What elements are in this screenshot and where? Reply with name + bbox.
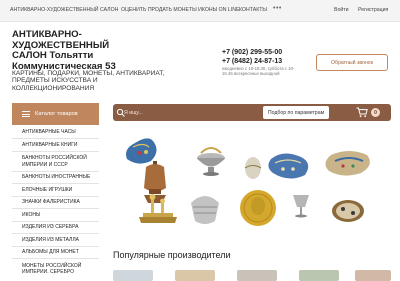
brand-thumbnail[interactable]: [237, 270, 277, 281]
catalog-item[interactable]: ЕЛОЧНЫЕ ИГРУШКИ: [12, 184, 99, 197]
brand-thumbnails: [113, 270, 391, 281]
search-input[interactable]: [124, 105, 254, 120]
site-tagline: КАРТИНЫ, ПОДАРКИ, МОНЕТЫ, АНТИКВАРИАТ, П…: [12, 70, 165, 92]
silver-basket-image: [191, 196, 219, 224]
catalog-item[interactable]: ЗНАЧКИ ФАЛЕРИСТИКА: [12, 197, 99, 209]
catalog-toggle[interactable]: Каталог товаров: [12, 103, 99, 125]
catalog-item[interactable]: МОНЕТЫ РОССИЙСКОЙ ИМПЕРИИ. СЕРЕБРО: [12, 259, 99, 279]
working-hours: ежедневно с 10-18.30, суббота с 10-16.45…: [222, 66, 295, 76]
topnav-link-salon[interactable]: АНТИКВАРНО-ХУДОЖЕСТВЕННЫЙ САЛОН: [10, 7, 118, 13]
more-menu-icon[interactable]: •••: [273, 5, 282, 12]
catalog-item[interactable]: ИЗДЕЛИЯ ИЗ СЕРЕБРА: [12, 222, 99, 234]
register-link[interactable]: Регистрация: [358, 7, 388, 13]
top-bar: АНТИКВАРНО-ХУДОЖЕСТВЕННЫЙ САЛОН ОЦЕНИТЬ …: [0, 0, 400, 22]
topnav-link-contacts[interactable]: КОНТАКТЫ: [239, 7, 267, 13]
catalog-item[interactable]: АЛЬБОМЫ ДЛЯ МОНЕТ: [12, 247, 99, 259]
brand-thumbnail[interactable]: [299, 270, 339, 281]
phone-block: +7 (902) 299-55-00 +7 (8482) 24-87-13: [222, 48, 282, 66]
gold-coin-image: [240, 190, 276, 226]
callback-button[interactable]: Обратный звонок: [316, 54, 388, 71]
catalog-item[interactable]: БАНКНОТЫ ИНОСТРАННЫЕ: [12, 172, 99, 184]
filter-params-button[interactable]: Подбор по параметрам: [263, 106, 329, 119]
catalog-item[interactable]: ИЗДЕЛИЯ ИЗ МЕТАЛЛА: [12, 234, 99, 247]
brand-thumbnail[interactable]: [355, 270, 391, 281]
login-link[interactable]: Войти: [334, 7, 349, 13]
site-title-line: АНТИКВАРНО-: [12, 29, 82, 40]
phone-number[interactable]: +7 (8482) 24-87-13: [222, 57, 282, 66]
site-title-line: САЛОН Тольятти: [12, 50, 94, 61]
catalog-item[interactable]: ИКОНЫ: [12, 209, 99, 222]
catalog-item[interactable]: АНТИКВАРНЫЕ КНИГИ: [12, 139, 99, 152]
hero-banner[interactable]: [113, 133, 391, 238]
brooch-image: [332, 200, 364, 222]
egg-image: [244, 157, 262, 179]
catalog-item[interactable]: АНТИКВАРНЫЕ ЧАСЫ: [12, 127, 99, 139]
catalog-title: Каталог товаров: [35, 111, 78, 117]
phone-number[interactable]: +7 (902) 299-55-00: [222, 48, 282, 57]
catalog-item[interactable]: БАНКНОТЫ РОССИЙСКОЙ ИМПЕРИИ и СССР: [12, 152, 99, 172]
cart-count-badge: 0: [371, 108, 380, 117]
popular-brands-title: Популярные производители: [113, 250, 231, 260]
brand-thumbnail[interactable]: [175, 270, 215, 281]
brand-thumbnail[interactable]: [113, 270, 153, 281]
hamburger-icon: [22, 111, 30, 117]
cart-icon[interactable]: [356, 107, 368, 118]
site-title[interactable]: АНТИКВАРНО- ХУДОЖЕСТВЕННЫЙ САЛОН Тольятт…: [12, 29, 182, 72]
topnav-link-appraise[interactable]: ОЦЕНИТЬ ПРОДАТЬ МОНЕТЫ ИКОНЫ ON LINE: [121, 7, 239, 13]
